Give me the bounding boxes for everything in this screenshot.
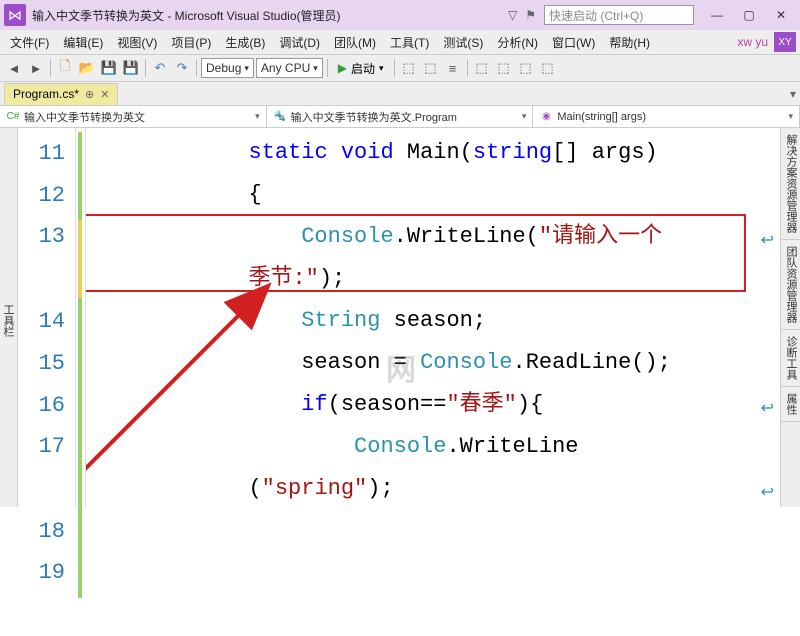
code-nav-bar: C# 输入中文季节转换为英文▾ 🔩 输入中文季节转换为英文.Program▾ ◉… [0, 106, 800, 128]
tb-misc7-icon[interactable]: ⬚ [538, 58, 558, 78]
tab-label: Program.cs* [13, 87, 79, 101]
document-tab[interactable]: Program.cs* ⊕ ✕ [4, 83, 118, 105]
new-project-icon[interactable]: 🗋 [55, 58, 75, 78]
save-all-icon[interactable]: 💾 [121, 58, 141, 78]
nav-class-dropdown[interactable]: 🔩 输入中文季节转换为英文.Program▾ [267, 106, 534, 127]
menu-window[interactable]: 窗口(W) [546, 32, 601, 53]
menu-edit[interactable]: 编辑(E) [57, 32, 109, 53]
line-number: 16 [18, 384, 75, 426]
nav-method-dropdown[interactable]: ◉ Main(string[] args)▾ [533, 106, 800, 127]
line-number: 19 [18, 552, 75, 636]
minimize-button[interactable]: — [702, 4, 732, 26]
config-dropdown[interactable]: Debug▾ [201, 58, 254, 78]
pin-icon[interactable]: ⊕ [85, 88, 94, 101]
menu-project[interactable]: 项目(P) [165, 32, 217, 53]
line-number: 15 [18, 342, 75, 384]
nav-project-dropdown[interactable]: C# 输入中文季节转换为英文▾ [0, 106, 267, 127]
menu-debug[interactable]: 调试(D) [273, 32, 326, 53]
menu-bar: 文件(F) 编辑(E) 视图(V) 项目(P) 生成(B) 调试(D) 团队(M… [0, 30, 800, 54]
menu-team[interactable]: 团队(M) [328, 32, 382, 53]
notification-icon[interactable]: ▽ [508, 8, 517, 22]
line-number: 14 [18, 300, 75, 342]
menu-file[interactable]: 文件(F) [4, 32, 55, 53]
code-editor[interactable]: static void Main(string[] args) { Consol… [86, 128, 780, 507]
line-number: 11 [18, 132, 75, 174]
window-title: 输入中文季节转换为英文 - Microsoft Visual Studio(管理… [32, 7, 341, 24]
editor-area: 工具栏 11 12 13 14 15 16 17 18 19 static vo… [0, 128, 800, 507]
panel-properties[interactable]: 属性 [781, 387, 800, 422]
main-toolbar: ◄ ► 🗋 📂 💾 💾 ↶ ↷ Debug▾ Any CPU▾ ▶启动▾ ⬚ ⬚… [0, 54, 800, 82]
csharp-project-icon: C# [6, 110, 20, 124]
class-icon: 🔩 [273, 110, 287, 124]
tb-misc1-icon[interactable]: ⬚ [399, 58, 419, 78]
panel-diagnostics[interactable]: 诊断工具 [781, 330, 800, 387]
nav-fwd-icon[interactable]: ► [26, 58, 46, 78]
feedback-icon[interactable]: ⚑ [525, 8, 536, 22]
save-icon[interactable]: 💾 [99, 58, 119, 78]
nav-back-icon[interactable]: ◄ [4, 58, 24, 78]
vs-logo-icon: ⋈ [4, 4, 26, 26]
tb-misc4-icon[interactable]: ⬚ [472, 58, 492, 78]
menu-view[interactable]: 视图(V) [111, 32, 163, 53]
wrap-glyph-icon: ↩ [761, 388, 774, 430]
menu-tools[interactable]: 工具(T) [384, 32, 435, 53]
platform-dropdown[interactable]: Any CPU▾ [256, 58, 323, 78]
tb-misc6-icon[interactable]: ⬚ [516, 58, 536, 78]
tab-close-icon[interactable]: ✕ [100, 88, 109, 101]
tab-overflow-icon[interactable]: ▾ [790, 87, 796, 101]
user-avatar[interactable]: XY [774, 32, 796, 52]
open-icon[interactable]: 📂 [77, 58, 97, 78]
menu-test[interactable]: 测试(S) [437, 32, 489, 53]
menu-help[interactable]: 帮助(H) [603, 32, 656, 53]
document-tab-bar: Program.cs* ⊕ ✕ ▾ [0, 82, 800, 106]
line-number: 13 [18, 216, 75, 300]
left-tool-panel[interactable]: 工具栏 [0, 128, 18, 507]
user-name[interactable]: xw yu [737, 35, 768, 49]
close-button[interactable]: ✕ [766, 4, 796, 26]
tb-misc3-icon[interactable]: ≡ [443, 58, 463, 78]
line-number: 12 [18, 174, 75, 216]
method-icon: ◉ [539, 110, 553, 124]
line-number-gutter: 11 12 13 14 15 16 17 18 19 [18, 128, 76, 507]
wrap-glyph-icon: ↩ [761, 220, 774, 262]
change-indicator [76, 128, 86, 507]
panel-solution-explorer[interactable]: 解决方案资源管理器 [781, 128, 800, 240]
menu-analyze[interactable]: 分析(N) [491, 32, 544, 53]
menu-build[interactable]: 生成(B) [219, 32, 271, 53]
panel-team-explorer[interactable]: 团队资源管理器 [781, 240, 800, 330]
tb-misc2-icon[interactable]: ⬚ [421, 58, 441, 78]
start-debug-button[interactable]: ▶启动▾ [332, 60, 390, 77]
maximize-button[interactable]: ▢ [734, 4, 764, 26]
quick-launch-input[interactable]: 快速启动 (Ctrl+Q) [544, 5, 694, 25]
tb-misc5-icon[interactable]: ⬚ [494, 58, 514, 78]
line-number: 18 [18, 510, 75, 552]
undo-icon[interactable]: ↶ [150, 58, 170, 78]
redo-icon[interactable]: ↷ [172, 58, 192, 78]
title-bar: ⋈ 输入中文季节转换为英文 - Microsoft Visual Studio(… [0, 0, 800, 30]
right-tool-panels: 解决方案资源管理器 团队资源管理器 诊断工具 属性 [780, 128, 800, 507]
line-number: 17 [18, 426, 75, 510]
wrap-glyph-icon: ↩ [761, 472, 774, 507]
